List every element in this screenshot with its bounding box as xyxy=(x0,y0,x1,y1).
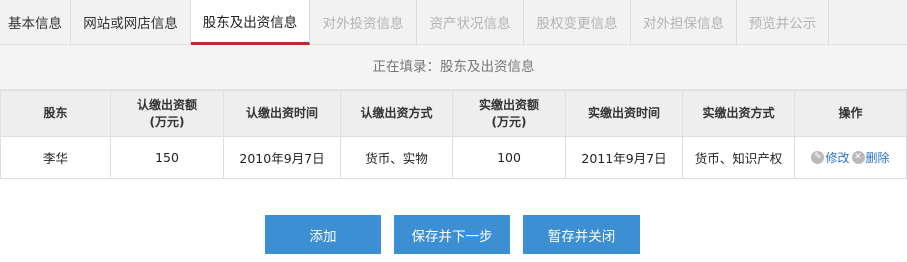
col-header-actions: 操作 xyxy=(794,90,907,137)
delete-label: 删除 xyxy=(865,151,890,165)
save-close-button[interactable]: 暂存并关闭 xyxy=(523,215,640,254)
tab-basic-info[interactable]: 基本信息 xyxy=(0,0,71,44)
col-header-paid-method: 实缴出资方式 xyxy=(682,90,795,137)
col-header-paid-amount-label: 实缴出资额 xyxy=(478,97,539,112)
row-actions: ✎ 修改 ✕ 删除 xyxy=(795,149,906,166)
cell-paid-amount: 100 xyxy=(452,136,566,179)
col-header-paid-amount-unit: (万元) xyxy=(491,114,527,129)
table-header-row: 股东 认缴出资额 (万元) 认缴出资时间 认缴出资方式 实缴出资额 (万元) 实… xyxy=(0,90,907,137)
col-header-subscribed-amount-unit: (万元) xyxy=(149,114,185,129)
tab-guarantee-info[interactable]: 对外担保信息 xyxy=(631,0,737,44)
pencil-icon: ✎ xyxy=(811,151,825,164)
tab-equity-change-info[interactable]: 股权变更信息 xyxy=(524,0,631,44)
col-header-paid-amount: 实缴出资额 (万元) xyxy=(452,90,566,137)
cell-subscribed-method: 货币、实物 xyxy=(340,136,453,179)
filling-banner: 正在填录：股东及出资信息 xyxy=(0,45,907,90)
delete-link[interactable]: ✕ 删除 xyxy=(851,149,890,166)
shareholder-table: 股东 认缴出资额 (万元) 认缴出资时间 认缴出资方式 实缴出资额 (万元) 实… xyxy=(0,90,907,179)
tab-assets-info[interactable]: 资产状况信息 xyxy=(417,0,524,44)
edit-link[interactable]: ✎ 修改 xyxy=(811,149,850,166)
edit-label: 修改 xyxy=(825,151,850,165)
col-header-subscribed-amount-label: 认缴出资额 xyxy=(136,97,197,112)
col-header-subscribed-amount: 认缴出资额 (万元) xyxy=(110,90,224,137)
cell-paid-method: 货币、知识产权 xyxy=(682,136,795,179)
cell-subscribed-amount: 150 xyxy=(110,136,224,179)
form-actions: 添加 保存并下一步 暂存并关闭 xyxy=(0,215,907,255)
cell-paid-time: 2011年9月7日 xyxy=(565,136,683,179)
cell-actions: ✎ 修改 ✕ 删除 xyxy=(794,136,907,179)
close-icon: ✕ xyxy=(851,151,865,164)
save-next-button[interactable]: 保存并下一步 xyxy=(394,215,510,254)
table-row: 李华 150 2010年9月7日 货币、实物 100 2011年9月7日 货币、… xyxy=(0,136,907,179)
step-tabs: 基本信息 网站或网店信息 股东及出资信息 对外投资信息 资产状况信息 股权变更信… xyxy=(0,0,907,45)
col-header-shareholder: 股东 xyxy=(0,90,111,137)
cell-subscribed-time: 2010年9月7日 xyxy=(223,136,341,179)
tab-shareholder-info[interactable]: 股东及出资信息 xyxy=(191,0,310,45)
tab-preview-publish[interactable]: 预览并公示 xyxy=(737,0,829,44)
col-header-subscribed-time: 认缴出资时间 xyxy=(223,90,341,137)
tab-website-info[interactable]: 网站或网店信息 xyxy=(71,0,191,44)
cell-shareholder: 李华 xyxy=(0,136,111,179)
col-header-subscribed-method: 认缴出资方式 xyxy=(340,90,453,137)
tab-investment-info[interactable]: 对外投资信息 xyxy=(310,0,417,44)
add-button[interactable]: 添加 xyxy=(265,215,381,254)
col-header-paid-time: 实缴出资时间 xyxy=(565,90,683,137)
